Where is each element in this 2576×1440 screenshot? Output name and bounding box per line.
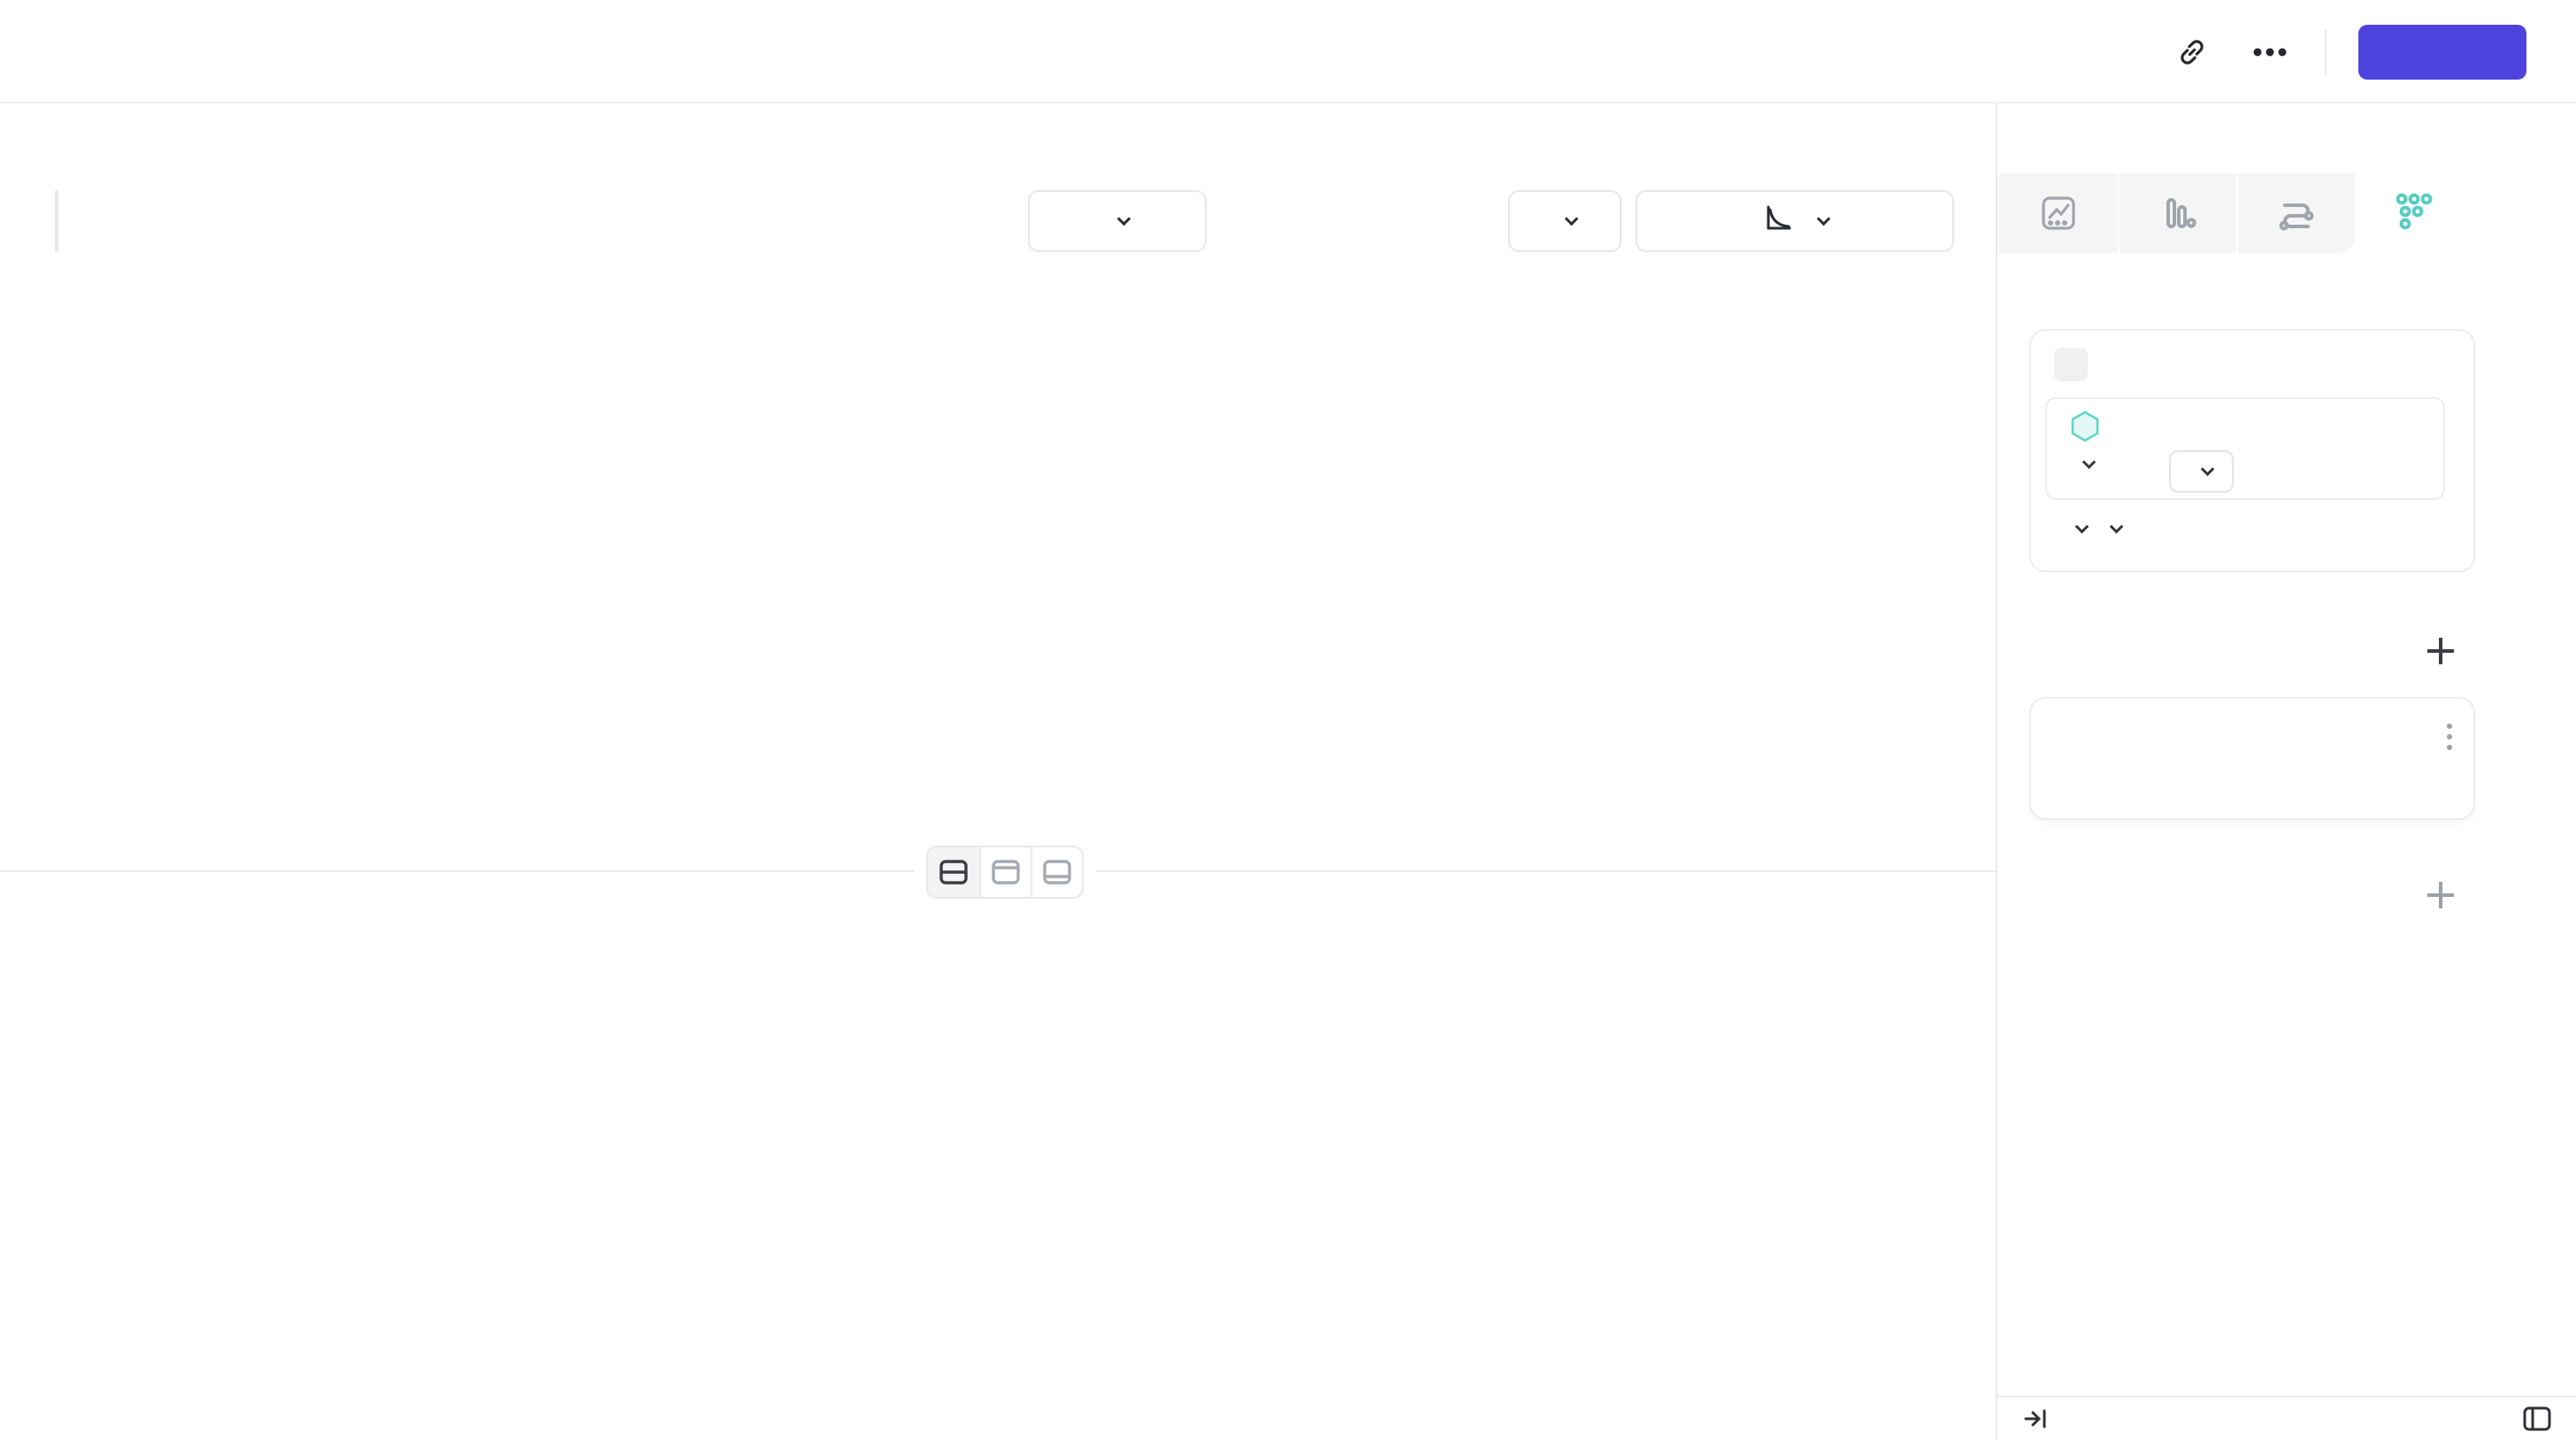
- side-panel-icon[interactable]: [2514, 1396, 2560, 1440]
- group-dropdown[interactable]: [2101, 527, 2121, 532]
- series-badge: [2054, 348, 2088, 381]
- measure-dropdown[interactable]: [2074, 463, 2094, 467]
- chart-type-line-icon[interactable]: [1999, 173, 2118, 253]
- chevron-down-icon: [2082, 456, 2097, 470]
- measure-value-dropdown[interactable]: [2169, 450, 2234, 493]
- query-panel: [1996, 103, 2576, 1440]
- chevron-down-icon: [2201, 462, 2215, 476]
- view-toggle-chart-only[interactable]: [979, 847, 1031, 897]
- query-series-card: [2029, 329, 2475, 572]
- chart-type-bar-icon[interactable]: [2118, 173, 2236, 253]
- chevron-down-icon: [1564, 211, 1578, 226]
- view-toggle-split[interactable]: [928, 847, 979, 897]
- add-breakdown-button[interactable]: [2426, 880, 2456, 910]
- granularity-dropdown[interactable]: [1508, 190, 1622, 252]
- aggregation-dropdown[interactable]: [2066, 527, 2087, 532]
- panel-tabs: [2020, 125, 2066, 151]
- legend-swatch: [979, 290, 1002, 313]
- chart-legend[interactable]: [0, 290, 1996, 313]
- chevron-down-icon: [1116, 211, 1131, 226]
- chevron-down-icon: [2110, 520, 2124, 534]
- aggregation-row: [2052, 527, 2121, 532]
- view-toggle-group: [926, 846, 1084, 899]
- filter-card[interactable]: [2029, 697, 2475, 820]
- event-card[interactable]: [2045, 397, 2445, 500]
- panel-footer: [1997, 1396, 2576, 1440]
- chart-mode-dropdown[interactable]: [1636, 190, 1954, 252]
- breakdown-table: [0, 920, 1996, 1440]
- filter-kebab-menu-icon[interactable]: [2447, 724, 2452, 729]
- chart-type-tabs: [1999, 173, 2576, 253]
- chart-type-flow-icon[interactable]: [2236, 173, 2355, 253]
- save-button[interactable]: [2358, 25, 2526, 80]
- frequency-curve-icon: [1762, 203, 1794, 241]
- frequency-curve-chart: [0, 315, 1996, 831]
- chevron-down-icon: [2075, 520, 2089, 534]
- more-menu-icon[interactable]: [2247, 29, 2293, 75]
- compare-dropdown[interactable]: [1028, 190, 1207, 252]
- topbar-divider: [2325, 30, 2327, 74]
- chevron-down-icon: [1816, 211, 1830, 226]
- top-bar: [0, 0, 2576, 103]
- collapse-panel-icon[interactable]: [2013, 1396, 2059, 1440]
- view-toggle-table-only[interactable]: [1031, 847, 1082, 897]
- event-hexagon-icon: [2068, 410, 2102, 448]
- add-filter-button[interactable]: [2426, 636, 2456, 666]
- chart-type-frequency-icon[interactable]: [2355, 173, 2473, 253]
- time-range-segmented-control: [55, 190, 58, 252]
- copy-link-icon[interactable]: [2169, 29, 2215, 75]
